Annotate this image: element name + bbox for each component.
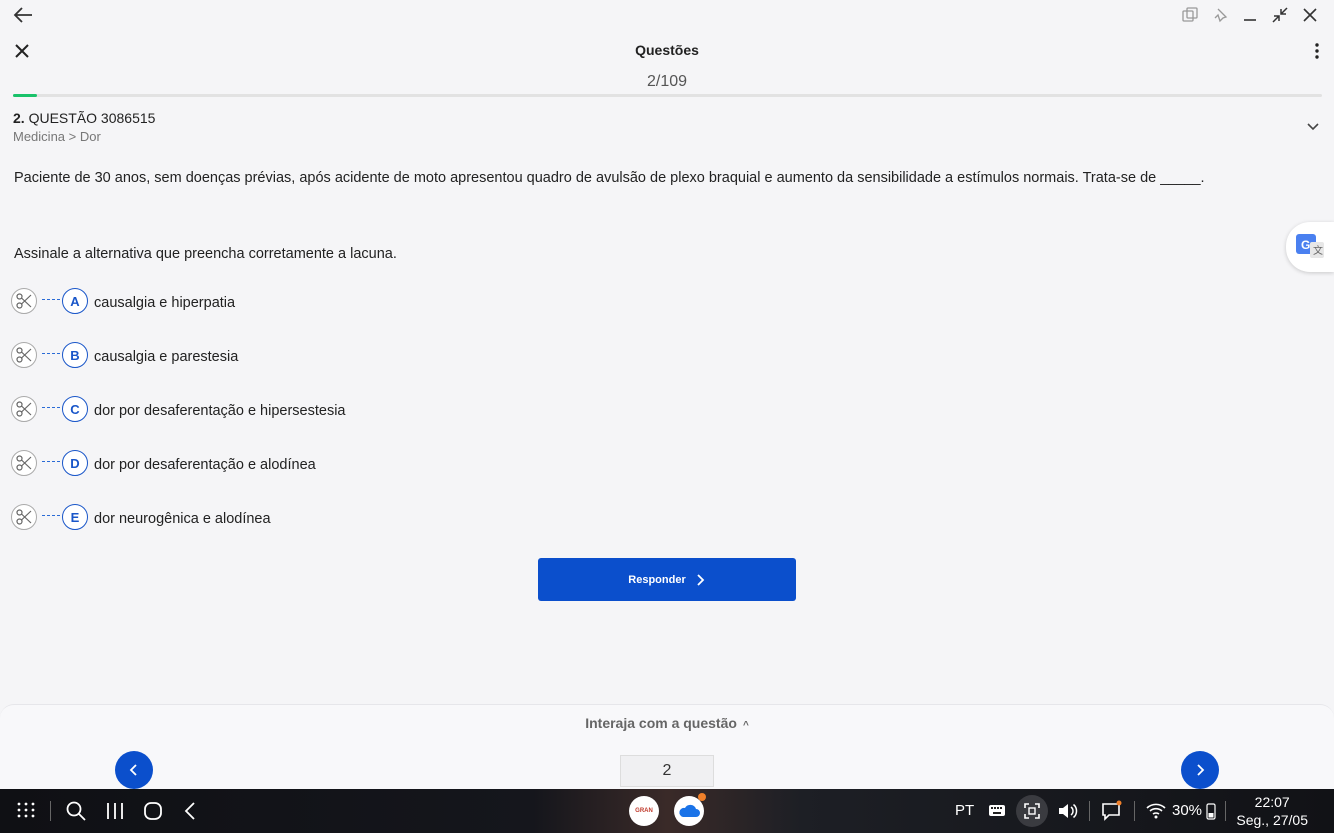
language-indicator[interactable]: PT [955, 802, 974, 819]
option-letter[interactable]: E [62, 504, 88, 530]
option-letter[interactable]: B [62, 342, 88, 368]
previous-question-button[interactable] [115, 751, 153, 789]
clock-date: Seg., 27/05 [1236, 812, 1308, 828]
option-letter[interactable]: A [62, 288, 88, 314]
chevron-right-icon [697, 573, 705, 586]
respond-button[interactable]: Responder [538, 558, 796, 601]
svg-text:G: G [1301, 238, 1310, 252]
gran-app-label: GRAN [635, 808, 653, 814]
window-controls [1180, 5, 1320, 25]
back-arrow-icon[interactable] [12, 5, 34, 25]
option-connector [42, 461, 60, 462]
option-letter[interactable]: C [62, 396, 88, 422]
window-close-icon[interactable] [1300, 5, 1320, 25]
answer-options: A causalgia e hiperpatia B causalgia e p… [11, 288, 346, 558]
app-header: Questões [0, 34, 1334, 68]
scissors-icon[interactable] [11, 288, 37, 314]
volume-icon[interactable] [1056, 800, 1078, 822]
notification-badge [698, 793, 706, 801]
breadcrumb: Medicina > Dor [13, 129, 101, 144]
interact-toggle[interactable]: Interaja com a questão ^ [0, 715, 1334, 731]
question-number-prefix: 2. [13, 110, 25, 126]
progress-bar [13, 94, 1322, 97]
respond-button-label: Responder [628, 573, 686, 586]
page-title: Questões [635, 42, 699, 58]
taskbar-divider [1089, 801, 1090, 821]
google-translate-icon: G 文 [1296, 234, 1324, 258]
option-text[interactable]: causalgia e parestesia [94, 349, 238, 365]
option-text[interactable]: causalgia e hiperpatia [94, 295, 235, 311]
option-e[interactable]: E dor neurogênica e alodínea [11, 504, 346, 558]
scissors-icon[interactable] [11, 504, 37, 530]
wifi-icon[interactable] [1145, 800, 1167, 822]
next-question-button[interactable] [1181, 751, 1219, 789]
gran-app-icon[interactable]: GRAN [629, 796, 659, 826]
option-text[interactable]: dor por desaferentação e alodínea [94, 457, 316, 473]
option-connector [42, 515, 60, 516]
scissors-icon[interactable] [11, 396, 37, 422]
back-icon[interactable] [180, 800, 202, 822]
interact-panel: Interaja com a questão ^ 2 [0, 704, 1334, 789]
pin-icon[interactable] [1210, 5, 1230, 25]
question-statement: Paciente de 30 anos, sem doenças prévias… [14, 170, 1205, 186]
chevron-right-icon [1197, 764, 1205, 776]
option-connector [42, 299, 60, 300]
question-number-label: QUESTÃO 3086515 [28, 110, 156, 126]
option-c[interactable]: C dor por desaferentação e hipersestesia [11, 396, 346, 450]
option-a[interactable]: A causalgia e hiperpatia [11, 288, 346, 342]
keyboard-icon[interactable] [987, 800, 1009, 822]
recent-apps-icon[interactable] [104, 800, 126, 822]
question-counter: 2/109 [646, 73, 688, 90]
battery-percentage: 30% [1172, 802, 1203, 819]
battery-icon [1206, 802, 1216, 820]
more-options-icon[interactable] [1314, 41, 1320, 61]
taskbar-divider [50, 801, 51, 821]
option-letter[interactable]: D [62, 450, 88, 476]
multi-window-icon[interactable] [1180, 5, 1200, 25]
option-text[interactable]: dor por desaferentação e hipersestesia [94, 403, 346, 419]
scissors-icon[interactable] [11, 342, 37, 368]
notifications-icon[interactable] [1100, 800, 1122, 822]
screen-capture-icon[interactable] [1016, 795, 1048, 827]
window-title-bar [0, 0, 1334, 30]
question-number: 2. QUESTÃO 3086515 [13, 110, 155, 126]
taskbar-divider [1134, 801, 1135, 821]
interact-label: Interaja com a questão [585, 715, 737, 731]
option-connector [42, 407, 60, 408]
option-d[interactable]: D dor por desaferentação e alodínea [11, 450, 346, 504]
search-icon[interactable] [65, 800, 87, 822]
svg-text:文: 文 [1313, 244, 1323, 257]
home-icon[interactable] [142, 800, 164, 822]
question-number-input[interactable]: 2 [620, 755, 714, 787]
apps-grid-icon[interactable] [16, 800, 38, 822]
chevron-left-icon [129, 764, 137, 776]
taskbar-divider [1225, 801, 1226, 821]
question-header: 2. QUESTÃO 3086515 Medicina > Dor [13, 110, 155, 144]
question-instruction: Assinale a alternativa que preencha corr… [14, 246, 397, 262]
option-text[interactable]: dor neurogênica e alodínea [94, 511, 271, 527]
clock[interactable]: 22:07 Seg., 27/05 [1236, 793, 1308, 829]
restore-window-icon[interactable] [1270, 5, 1290, 25]
chevron-down-icon[interactable] [1306, 119, 1320, 133]
minimize-icon[interactable] [1240, 5, 1260, 25]
option-b[interactable]: B causalgia e parestesia [11, 342, 346, 396]
translate-button[interactable]: G 文 [1286, 222, 1334, 272]
option-connector [42, 353, 60, 354]
chevron-up-icon: ^ [742, 720, 749, 731]
scissors-icon[interactable] [11, 450, 37, 476]
progress-bar-fill [13, 94, 37, 97]
clock-time: 22:07 [1254, 794, 1290, 810]
system-taskbar: GRAN PT 30% 22:07 Seg., 27/05 [0, 789, 1334, 833]
